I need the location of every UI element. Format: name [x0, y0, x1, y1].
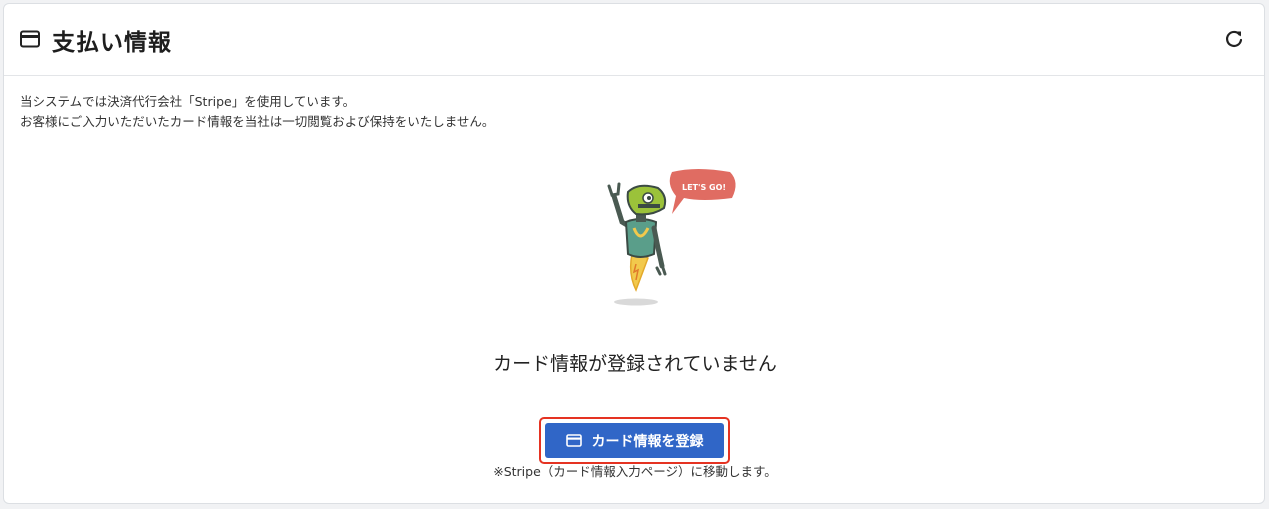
robot-illustration: LET'S GO!: [607, 169, 736, 306]
card-header: 支払い情報: [4, 4, 1264, 76]
refresh-icon[interactable]: [1224, 29, 1244, 49]
description-line-2: お客様にご入力いただいたカード情報を当社は一切閲覧および保持をいたしません。: [20, 114, 495, 129]
page-title: 支払い情報: [52, 30, 172, 56]
redirect-note: ※Stripe（カード情報入力ページ）に移動します。: [493, 464, 777, 479]
description: 当システムでは決済代行会社「Stripe」を使用しています。 お客様にご入力いた…: [20, 92, 494, 132]
speech-bubble-text: LET'S GO!: [682, 183, 726, 192]
register-card-button-label: カード情報を登録: [591, 433, 704, 450]
description-line-1: 当システムでは決済代行会社「Stripe」を使用しています。: [20, 94, 356, 109]
credit-card-icon: [565, 434, 582, 447]
credit-card-icon: [20, 30, 40, 48]
register-card-button[interactable]: カード情報を登録: [545, 423, 724, 458]
payment-info-card: 支払い情報 当システムでは決済代行会社「Stripe」を使用しています。 お客様…: [3, 3, 1265, 504]
empty-state-message: カード情報が登録されていません: [493, 353, 777, 375]
